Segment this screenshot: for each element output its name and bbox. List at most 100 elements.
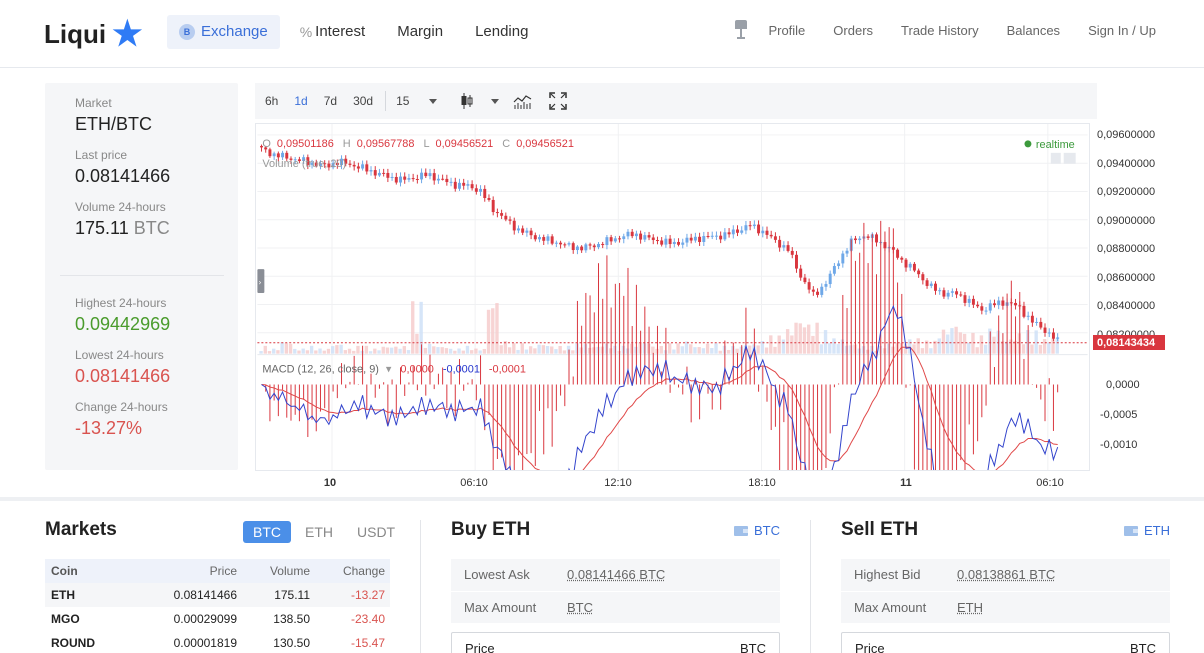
max-amount-row: Max Amount ETH <box>841 591 1170 623</box>
nav-trade-history[interactable]: Trade History <box>901 23 979 38</box>
table-row[interactable]: ETH 0.08141466 175.11 -13.27 <box>45 583 390 607</box>
coin-cell: MGO <box>51 612 80 626</box>
candle-body <box>605 237 609 246</box>
top-header: Liqui ★ B Exchange % Interest Margin Len… <box>0 0 1204 68</box>
table-row[interactable]: ROUND 0.00001819 130.50 -15.47 <box>45 631 390 653</box>
candle-body <box>1030 315 1034 323</box>
nav-exchange[interactable]: B Exchange <box>167 15 280 49</box>
volume-bar <box>272 348 276 354</box>
volume-bar <box>941 329 946 354</box>
brand-logo[interactable]: Liqui ★ <box>44 17 143 51</box>
volume-bar <box>748 345 752 354</box>
candle-body <box>971 298 975 305</box>
nav-interest[interactable]: % Interest <box>288 15 377 49</box>
chevron-down-icon[interactable] <box>429 98 438 104</box>
volume-bar <box>276 350 280 354</box>
candle-body <box>723 232 727 240</box>
sell-balance-link[interactable]: ETH <box>1124 523 1170 538</box>
price-chart[interactable]: O 0,09501186 H 0,09567788 L 0,09456521 C… <box>255 123 1090 471</box>
candle-body <box>626 231 630 237</box>
nav-margin[interactable]: Margin <box>385 15 455 49</box>
candle-body <box>369 170 373 172</box>
buy-balance-link[interactable]: BTC <box>734 523 780 538</box>
tab-btc[interactable]: BTC <box>243 521 291 543</box>
volume-bar <box>773 346 777 354</box>
tab-eth[interactable]: ETH <box>295 521 343 543</box>
candle-body <box>597 243 600 248</box>
chart-grid <box>257 124 1088 470</box>
highest-bid-value[interactable]: 0.08138861 BTC <box>957 559 1055 591</box>
price-tick: 0,08600000 <box>1097 272 1155 284</box>
candle-body <box>1022 305 1026 317</box>
high-value: 0.09442969 <box>75 314 171 334</box>
lowest-ask-value[interactable]: 0.08141466 BTC <box>567 559 665 591</box>
max-amount-value[interactable]: ETH <box>957 592 983 623</box>
candle-body <box>394 176 398 183</box>
chart-type-chevron-icon[interactable] <box>491 98 500 104</box>
realtime-dot-icon <box>1024 140 1032 148</box>
volume-bar <box>832 338 836 354</box>
volume-bar <box>491 308 495 354</box>
nav-sign-in[interactable]: Sign In / Up <box>1088 23 1156 38</box>
timeframe-7d[interactable]: 7d <box>324 94 337 108</box>
timeframe-6h[interactable]: 6h <box>265 94 278 108</box>
timeframe-1d[interactable]: 1d <box>294 94 307 108</box>
table-row[interactable]: MGO 0.00029099 138.50 -23.40 <box>45 607 390 631</box>
volume-bar <box>802 327 807 354</box>
candle-body <box>841 253 845 264</box>
highest-bid-row: Highest Bid 0.08138861 BTC <box>841 559 1170 591</box>
buy-price-field[interactable]: Price BTC <box>451 632 780 653</box>
markets-panel: Markets BTC ETH USDT Coin Price Volume C… <box>45 519 395 650</box>
candle-body <box>567 243 571 245</box>
nav-balances[interactable]: Balances <box>1007 23 1060 38</box>
candle-body <box>1051 332 1055 339</box>
market-label: Market <box>75 96 112 110</box>
col-price[interactable]: Price <box>135 559 237 583</box>
chart-control-icon <box>1063 152 1076 164</box>
volume-bar <box>756 345 760 354</box>
percent-icon: % <box>299 24 313 40</box>
volume-value: 175.11 <box>75 218 129 238</box>
nav-orders[interactable]: Orders <box>833 23 873 38</box>
volume-bar <box>950 328 954 354</box>
volume-value-row: 175.11 BTC <box>75 218 238 239</box>
ohlc-open: 0,09501186 <box>277 138 334 150</box>
ohlc-readout: O 0,09501186 H 0,09567788 L 0,09456521 C… <box>262 138 574 150</box>
interval-select[interactable]: 15 <box>396 94 409 108</box>
volume-bar <box>541 345 545 354</box>
volume-bar <box>389 347 394 354</box>
indicators-icon[interactable] <box>513 92 533 110</box>
candle-body <box>904 259 908 268</box>
fullscreen-icon[interactable] <box>549 92 568 110</box>
lamp-icon[interactable] <box>734 20 748 40</box>
col-coin[interactable]: Coin <box>45 559 135 583</box>
toolbar-divider <box>385 91 387 111</box>
tab-usdt[interactable]: USDT <box>347 521 405 543</box>
candle-body <box>803 277 807 283</box>
max-amount-value[interactable]: BTC <box>567 592 593 623</box>
nav-profile[interactable]: Profile <box>768 23 805 38</box>
volume-bar <box>368 351 373 354</box>
candlestick-icon[interactable] <box>459 92 475 110</box>
volume-bar <box>331 346 335 354</box>
col-change[interactable]: Change <box>310 559 385 583</box>
volume-bar <box>524 349 529 354</box>
ohlc-high: 0,09567788 <box>357 138 415 150</box>
sell-info: Highest Bid 0.08138861 BTC Max Amount ET… <box>841 559 1170 623</box>
candle-body <box>584 244 588 251</box>
nav-lending[interactable]: Lending <box>463 15 540 49</box>
col-volume[interactable]: Volume <box>237 559 310 583</box>
candle-body <box>660 240 664 245</box>
markets-tabs: BTC ETH USDT <box>243 521 409 543</box>
candle-body <box>453 181 457 189</box>
candle-body <box>445 178 449 183</box>
buy-title: Buy ETH <box>451 519 531 540</box>
volume-bar <box>794 322 798 354</box>
timeframe-30d[interactable]: 30d <box>353 94 373 108</box>
sell-price-field[interactable]: Price BTC <box>841 632 1170 653</box>
volume-bar <box>301 348 305 354</box>
volume-bar <box>798 323 802 354</box>
macd-line <box>261 305 1059 470</box>
low-label: Lowest 24-hours <box>75 348 164 362</box>
volume-legend: Volume (true, 20) <box>262 158 346 170</box>
